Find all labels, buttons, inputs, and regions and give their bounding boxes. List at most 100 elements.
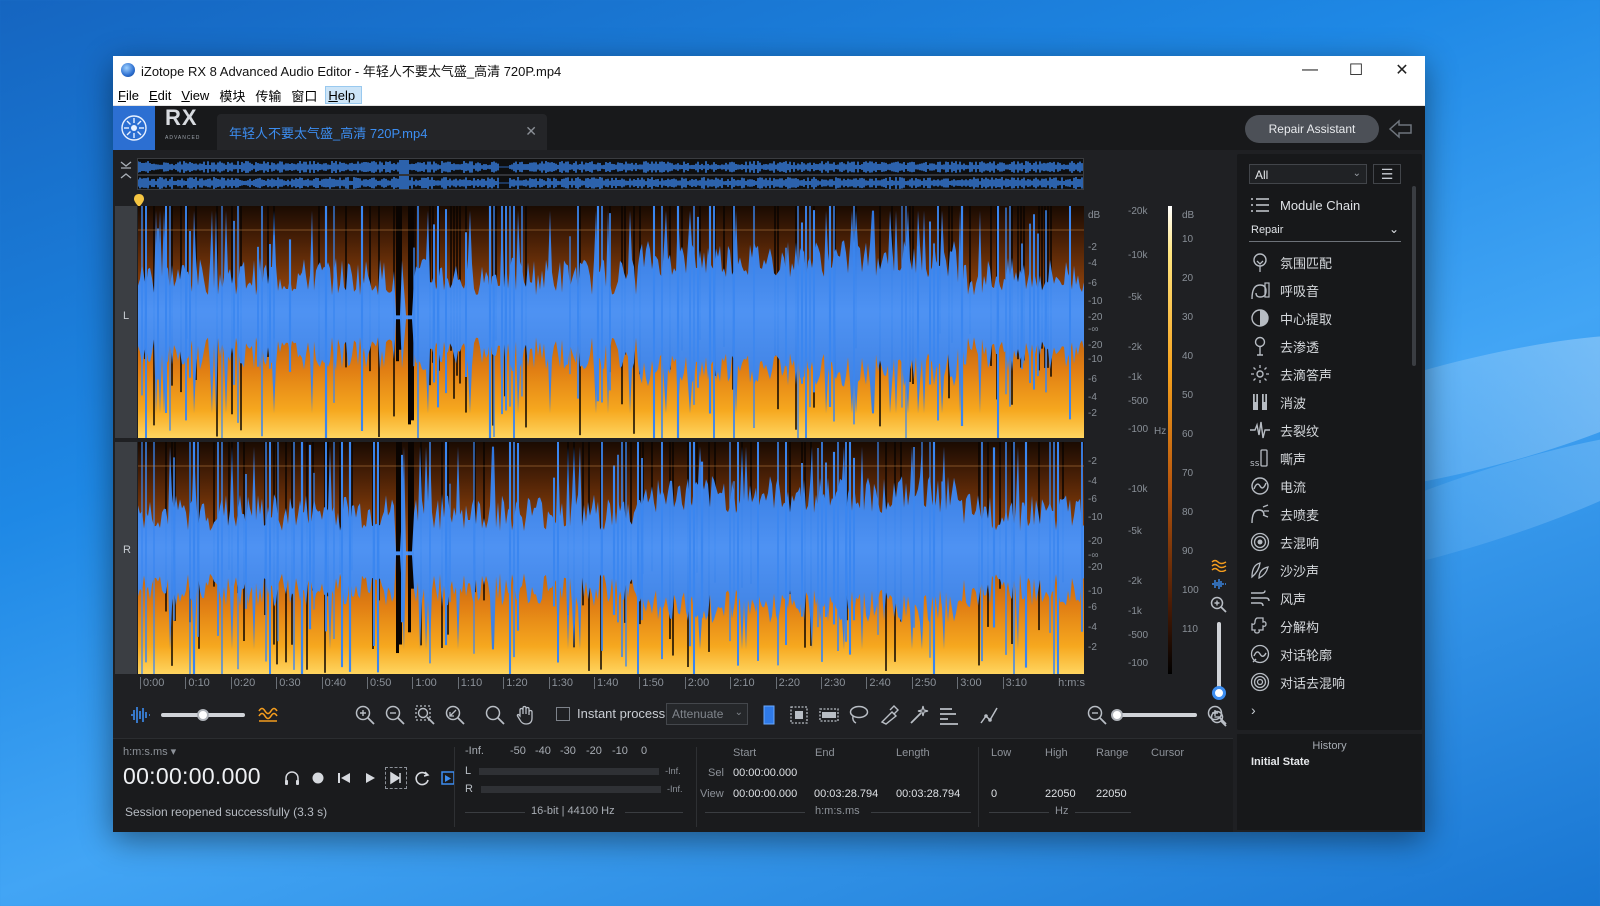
headphones-icon[interactable] (281, 767, 303, 789)
zoom-in-vertical-icon[interactable] (1210, 596, 1228, 614)
channel-strip[interactable]: L R (115, 206, 137, 674)
magic-wand-icon[interactable] (908, 704, 930, 726)
module-item[interactable]: 去喷麦 (1249, 500, 1409, 528)
instant-process-toggle[interactable]: Instant process (556, 706, 665, 721)
export-icon[interactable] (1387, 118, 1415, 140)
zoom-to-selection-icon[interactable] (414, 704, 436, 726)
menu-file[interactable]: File (116, 87, 145, 103)
high-header: High (1045, 747, 1068, 759)
module-item[interactable]: 中心提取 (1249, 304, 1409, 332)
maximize-button[interactable]: ☐ (1333, 56, 1379, 84)
close-window-button[interactable]: ✕ (1379, 56, 1425, 84)
module-item[interactable]: 去混响 (1249, 528, 1409, 556)
zoom-tool-icon[interactable] (484, 704, 506, 726)
time-frequency-selection-icon[interactable] (788, 704, 810, 726)
waveform-view-icon[interactable] (1211, 578, 1227, 590)
module-item[interactable]: 风声 (1249, 584, 1409, 612)
breath-control-icon (1249, 279, 1271, 301)
de-wind-icon (1249, 587, 1271, 609)
meter-right-label: R (465, 783, 473, 795)
history-item[interactable]: Initial State (1251, 756, 1310, 768)
low-value[interactable]: 0 (991, 788, 997, 800)
zoom-out-horizontal-icon[interactable] (1086, 704, 1108, 726)
module-filter-select[interactable]: All ⌄ (1249, 164, 1367, 184)
time-format-select[interactable]: h:m:s.ms ▾ (123, 745, 176, 758)
panel-scrollbar[interactable] (1412, 186, 1416, 366)
spectrogram-opacity-icon[interactable] (257, 704, 279, 726)
zoom-in-horizontal-icon[interactable] (1206, 704, 1228, 726)
start-header: Start (733, 747, 757, 759)
file-tab[interactable]: 年轻人不要太气盛_高清 720P.mp4 ✕ (217, 114, 547, 150)
module-item[interactable]: 电流 (1249, 472, 1409, 500)
view-length-value[interactable]: 00:03:28.794 (896, 788, 960, 800)
vertical-zoom-slider[interactable] (1217, 622, 1221, 692)
frequency-selection-icon[interactable] (818, 704, 840, 726)
timeline-tick: 1:00 (412, 677, 437, 689)
module-item[interactable]: 氛围匹配 (1249, 248, 1409, 276)
view-end-value[interactable]: 00:03:28.794 (814, 788, 878, 800)
view-blend-knob[interactable] (197, 709, 209, 721)
channel-divider (115, 438, 137, 442)
go-to-start-icon[interactable] (333, 767, 355, 789)
pencil-tool-icon[interactable] (978, 704, 1000, 726)
zoom-out-icon[interactable] (384, 704, 406, 726)
record-icon[interactable] (307, 767, 329, 789)
color-scale-label: 10 (1182, 234, 1194, 245)
spectrogram-view-icon[interactable] (1211, 558, 1227, 572)
repair-assistant-button[interactable]: Repair Assistant (1245, 115, 1379, 143)
menu-modules[interactable]: 模块 (217, 85, 251, 105)
module-item[interactable]: 对话轮廓 (1249, 640, 1409, 668)
chevron-down-icon: ⌄ (734, 707, 743, 718)
play-icon[interactable] (359, 767, 381, 789)
sel-start-value[interactable]: 00:00:00.000 (733, 767, 797, 779)
module-item[interactable]: 沙沙声 (1249, 556, 1409, 584)
menu-view[interactable]: View (179, 87, 215, 103)
play-selection-icon[interactable] (385, 767, 407, 789)
menu-help[interactable]: Help (325, 85, 363, 104)
app-header: RX ADVANCED 年轻人不要太气盛_高清 720P.mp4 ✕ Repair… (113, 106, 1425, 150)
time-selection-tool-icon[interactable] (758, 704, 780, 726)
module-category-select[interactable]: Repair ⌄ (1249, 222, 1401, 242)
timeline-tick: 0:20 (230, 677, 255, 689)
harmonic-selection-icon[interactable] (938, 704, 960, 726)
zoom-in-icon[interactable] (354, 704, 376, 726)
instant-process-checkbox[interactable] (556, 706, 570, 721)
menu-transport[interactable]: 传输 (253, 85, 287, 105)
loop-icon[interactable] (411, 767, 433, 789)
high-value[interactable]: 22050 (1045, 788, 1076, 800)
panel-menu-icon[interactable]: ☰ (1373, 164, 1401, 184)
waveform-opacity-icon[interactable] (129, 704, 151, 726)
module-item[interactable]: 对话去混响 (1249, 668, 1409, 696)
zoom-fit-icon[interactable] (444, 704, 466, 726)
module-item-label: 消波 (1280, 395, 1307, 411)
menu-edit[interactable]: Edit (147, 87, 177, 103)
module-item[interactable]: ss 嘶声 (1249, 444, 1409, 472)
collapse-overview-icon[interactable] (120, 160, 132, 182)
module-item[interactable]: 去渗透 (1249, 332, 1409, 360)
timeline-ruler[interactable]: h:m:s 0:00 0:10 0:20 0:30 0:40 0:50 1:00 1:10 1:… (138, 677, 1085, 691)
spectrogram-display[interactable] (138, 206, 1084, 674)
module-chain-button[interactable]: Module Chain (1249, 196, 1360, 214)
hand-tool-icon[interactable] (514, 704, 536, 726)
close-tab-icon[interactable]: ✕ (525, 123, 537, 140)
horizontal-zoom-knob[interactable] (1111, 709, 1123, 721)
lasso-tool-icon[interactable] (848, 704, 870, 726)
module-item[interactable]: 呼吸音 (1249, 276, 1409, 304)
module-item[interactable]: 消波 (1249, 388, 1409, 416)
timeline-tick: 0:10 (185, 677, 210, 689)
menu-window[interactable]: 窗口 (289, 85, 323, 105)
view-start-value[interactable]: 00:00:00.000 (733, 788, 797, 800)
brush-tool-icon[interactable] (878, 704, 900, 726)
module-item[interactable]: 去裂纹 (1249, 416, 1409, 444)
frequency-unit: Hz (1055, 805, 1069, 817)
horizontal-zoom-slider[interactable] (1113, 713, 1197, 717)
unit-rule (705, 812, 805, 813)
range-value[interactable]: 22050 (1096, 788, 1127, 800)
instant-process-mode-select[interactable]: Attenuate ⌄ (666, 703, 748, 725)
color-scale-label: 70 (1182, 468, 1194, 479)
module-item[interactable]: 分解构 (1249, 612, 1409, 640)
waveform-overview[interactable] (137, 158, 1084, 190)
more-modules-button[interactable]: › (1251, 702, 1256, 718)
minimize-button[interactable]: — (1287, 56, 1333, 84)
module-item[interactable]: 去滴答声 (1249, 360, 1409, 388)
